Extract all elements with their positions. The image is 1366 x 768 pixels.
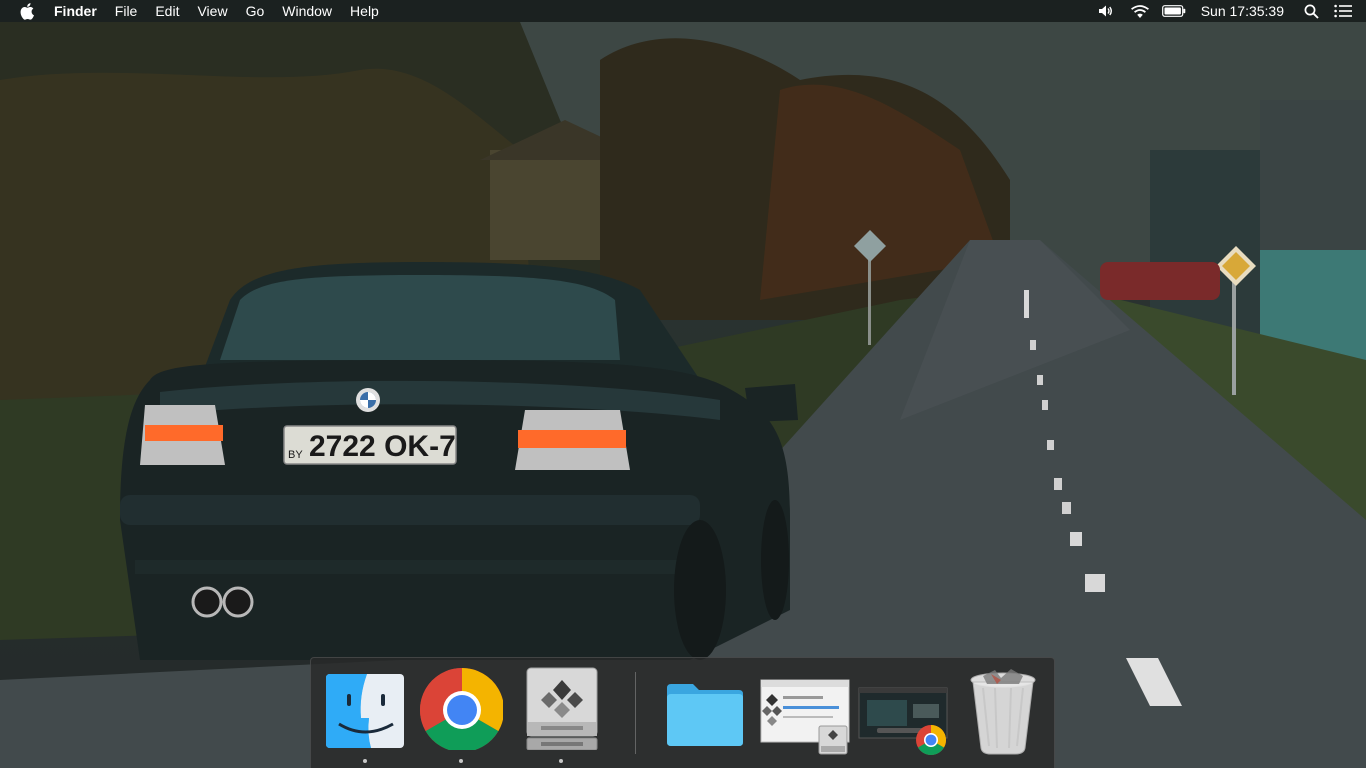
menu-bar-clock[interactable]: Sun 17:35:39 — [1191, 0, 1296, 22]
menu-go[interactable]: Go — [237, 0, 274, 22]
trash-icon — [970, 669, 1036, 755]
running-indicator — [363, 759, 367, 763]
menu-window[interactable]: Window — [273, 0, 341, 22]
finder-icon — [326, 674, 404, 748]
dock-trash[interactable] — [961, 666, 1045, 756]
battery-icon[interactable] — [1157, 0, 1191, 22]
dock — [310, 657, 1055, 768]
chrome-icon — [419, 668, 503, 750]
dock-folder[interactable] — [663, 666, 747, 756]
wifi-icon[interactable] — [1123, 0, 1157, 22]
dock-finder[interactable] — [323, 666, 407, 763]
menu-help[interactable]: Help — [341, 0, 388, 22]
wallpaper-scene: 2722 OK-7 BY — [0, 0, 1366, 768]
desktop-wallpaper: 2722 OK-7 BY — [0, 0, 1366, 768]
running-indicator — [559, 759, 563, 763]
chrome-window-thumbnail-icon — [858, 687, 948, 756]
menu-file[interactable]: File — [106, 0, 147, 22]
bootcamp-icon — [526, 667, 598, 750]
menu-edit[interactable]: Edit — [146, 0, 188, 22]
dock-chrome[interactable] — [419, 666, 503, 763]
bootcamp-window-thumbnail-icon — [760, 679, 850, 755]
dock-separator — [635, 672, 636, 754]
menu-view[interactable]: View — [188, 0, 236, 22]
running-indicator — [459, 759, 463, 763]
notification-center-icon[interactable] — [1326, 0, 1360, 22]
dock-bootcamp-window[interactable] — [759, 666, 851, 756]
menu-bar: Finder File Edit View Go Window Help Sun… — [0, 0, 1366, 22]
spotlight-search-icon[interactable] — [1296, 0, 1326, 22]
volume-icon[interactable] — [1089, 0, 1123, 22]
license-plate-text: 2722 OK-7 — [309, 430, 456, 463]
license-plate-country: BY — [288, 449, 303, 461]
dock-chrome-window[interactable] — [857, 666, 949, 756]
folder-icon — [667, 684, 743, 746]
dock-bootcamp[interactable] — [519, 666, 603, 763]
apple-logo-icon[interactable] — [18, 2, 36, 20]
menu-app-name[interactable]: Finder — [52, 0, 106, 22]
